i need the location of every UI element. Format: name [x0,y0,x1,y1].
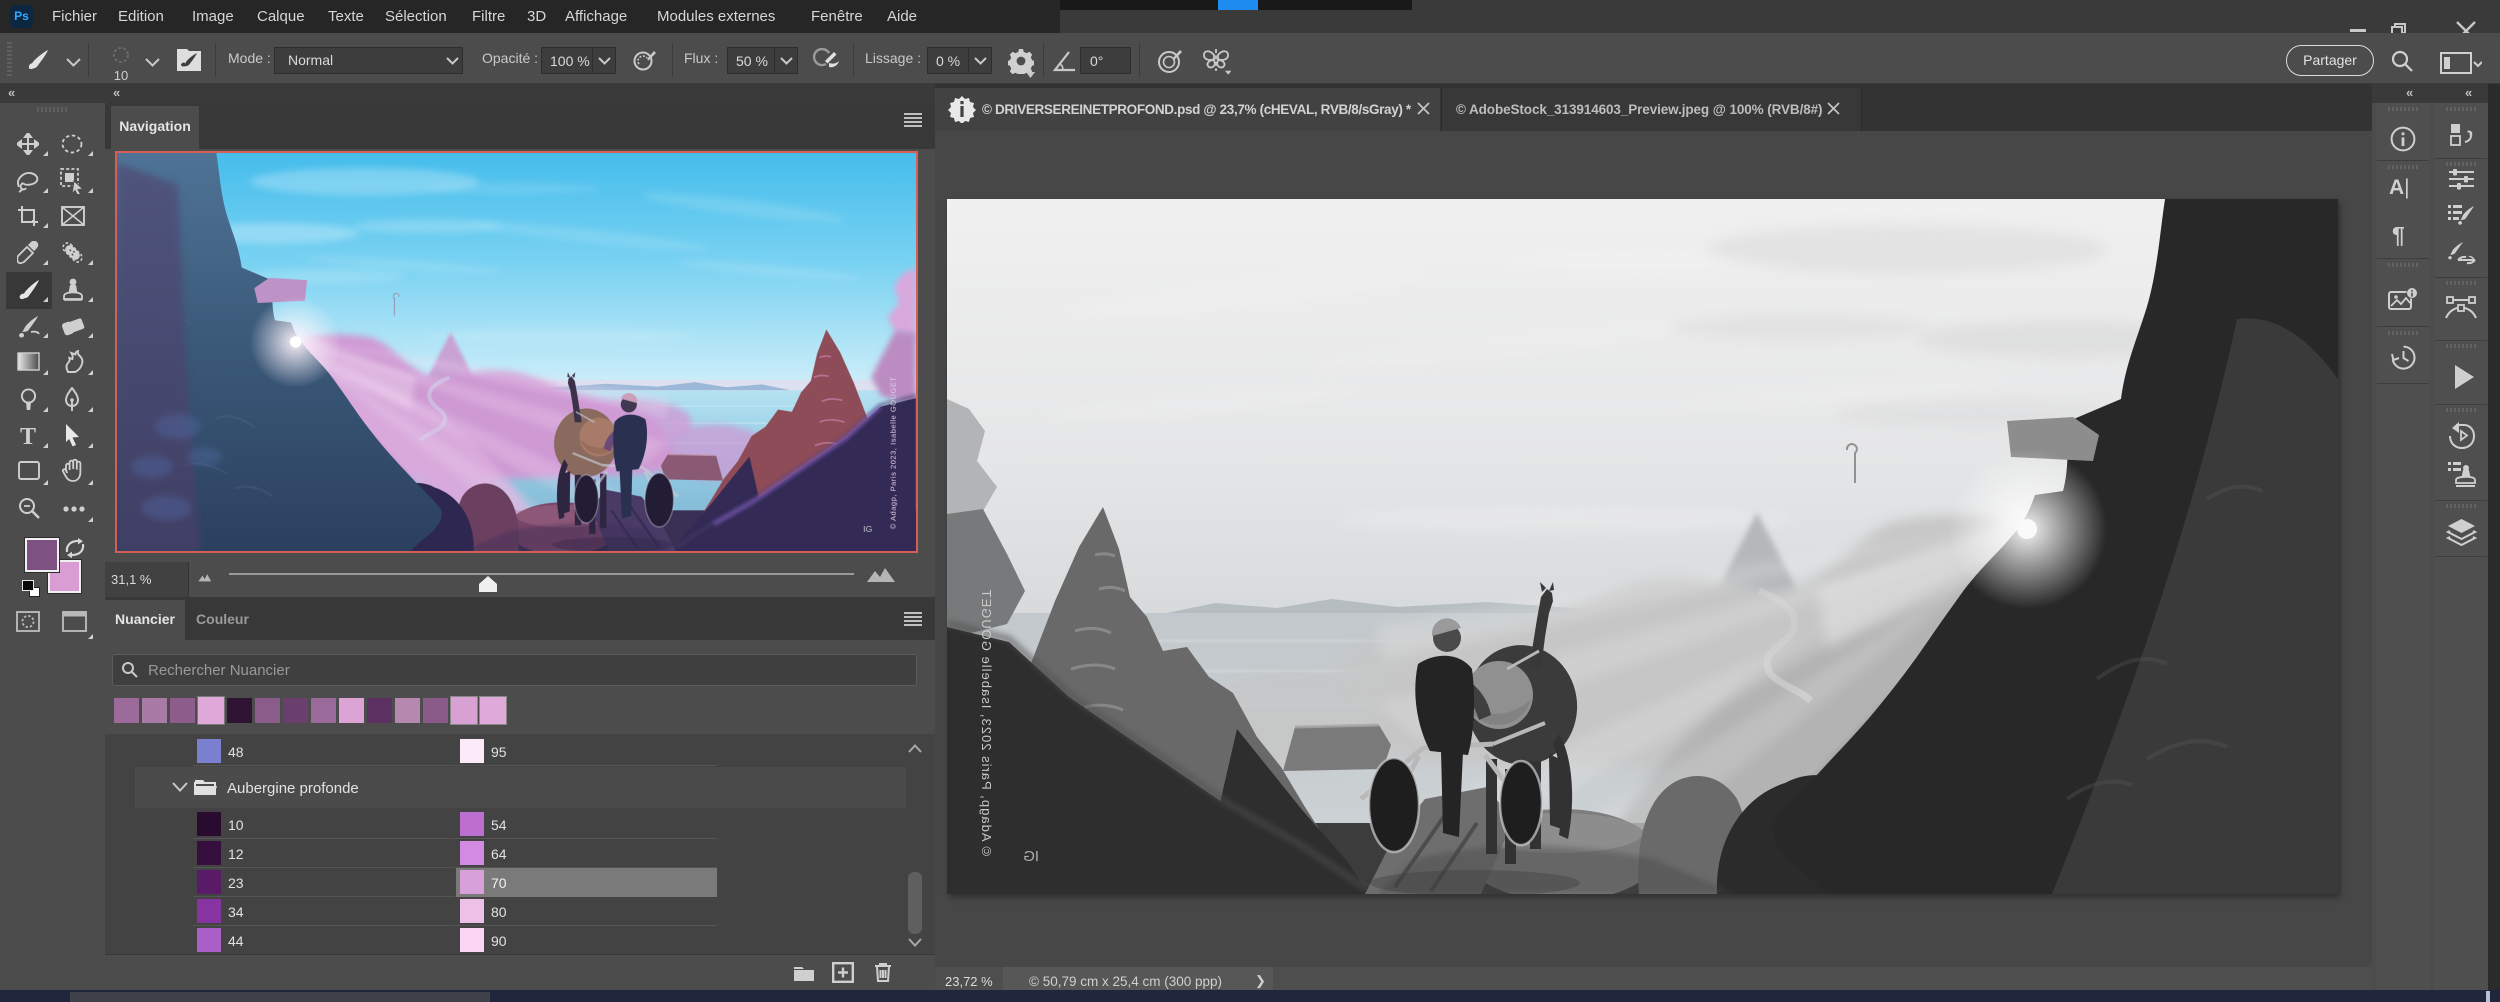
svg-text:© Adagp, Paris 2023, Isabelle: © Adagp, Paris 2023, Isabelle GOUGET [979,589,994,856]
svg-text:IG: IG [1023,848,1039,865]
svg-text:IG: IG [863,524,872,534]
svg-text:© Adagp, Paris 2023, Isabelle: © Adagp, Paris 2023, Isabelle GOUGET [889,376,898,529]
